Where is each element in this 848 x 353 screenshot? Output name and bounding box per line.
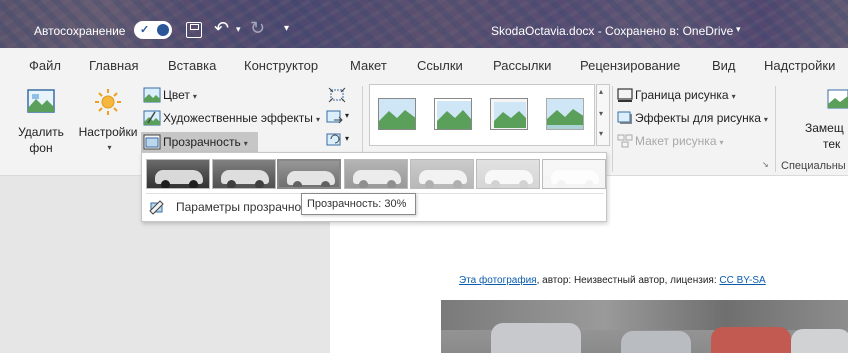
- tab-file[interactable]: Файл: [29, 58, 61, 73]
- picture-styles-gallery: [369, 84, 595, 146]
- picture-effects-label: Эффекты для рисунка: [635, 111, 761, 125]
- remove-background-label-2: фон: [29, 141, 53, 155]
- color-label: Цвет: [163, 88, 190, 102]
- alt-text-icon: [827, 89, 848, 109]
- tab-layout[interactable]: Макет: [350, 58, 387, 73]
- tab-review[interactable]: Рецензирование: [580, 58, 680, 73]
- picture-layout-label: Макет рисунка: [635, 134, 717, 148]
- picture-style-thumb[interactable]: [546, 98, 584, 130]
- tab-mailings[interactable]: Рассылки: [493, 58, 551, 73]
- chevron-down-icon[interactable]: ▾: [736, 24, 741, 35]
- more-styles-icon[interactable]: ▾: [599, 129, 603, 138]
- picture-border-icon: [617, 88, 633, 102]
- group-label-special: Специальны: [781, 160, 846, 172]
- caption-photo-link[interactable]: Эта фотография: [459, 275, 537, 286]
- tab-view[interactable]: Вид: [712, 58, 736, 73]
- transparency-preset[interactable]: [146, 159, 210, 189]
- transparency-preset[interactable]: [344, 159, 408, 189]
- picture-layout-icon: [617, 134, 633, 148]
- tab-addins[interactable]: Надстройки: [764, 58, 835, 73]
- transparency-label: Прозрачность: [163, 135, 241, 149]
- document-title[interactable]: SkodaOctavia.docx - Сохранено в: OneDriv…: [491, 24, 733, 38]
- artistic-effects-icon: [143, 110, 161, 126]
- compress-pictures-icon[interactable]: [328, 87, 346, 103]
- corrections-label: Настройки: [78, 125, 138, 139]
- picture-effects-button[interactable]: Эффекты для рисунка ▾: [635, 111, 768, 125]
- corrections-button[interactable]: Настройки ▾: [77, 88, 139, 156]
- picture-style-thumb[interactable]: [434, 98, 472, 130]
- scroll-up-icon[interactable]: ▴: [599, 87, 603, 96]
- dialog-launcher-icon[interactable]: ↘: [762, 160, 769, 169]
- title-bar: Автосохранение ✓ ↶ ▾ ↻ ▾ SkodaOctavia.do…: [0, 0, 848, 48]
- picture-layout-button[interactable]: Макет рисунка ▾: [635, 134, 724, 148]
- image-caption: Эта фотография, автор: Неизвестный автор…: [459, 275, 766, 286]
- tab-references[interactable]: Ссылки: [417, 58, 463, 73]
- transparency-options-icon: [149, 200, 164, 215]
- transparency-icon: [143, 134, 161, 150]
- change-picture-icon[interactable]: [326, 110, 344, 126]
- tab-insert[interactable]: Вставка: [168, 58, 216, 73]
- sun-icon: [95, 89, 121, 115]
- autosave-toggle[interactable]: ✓: [134, 21, 172, 39]
- transparency-preset[interactable]: [476, 159, 540, 189]
- remove-background-icon: [27, 89, 55, 113]
- picture-effects-icon: [617, 111, 632, 124]
- artistic-effects-button[interactable]: Художественные эффекты ▾: [163, 111, 320, 125]
- artistic-effects-label: Художественные эффекты: [163, 111, 313, 125]
- caption-text: , автор: Неизвестный автор, лицензия:: [536, 275, 720, 286]
- tab-design[interactable]: Конструктор: [244, 58, 318, 73]
- customize-quick-access-icon[interactable]: ▾: [284, 23, 289, 34]
- autosave-label: Автосохранение: [34, 24, 126, 38]
- picture-border-button[interactable]: Граница рисунка ▾: [635, 88, 736, 102]
- picture-style-thumb[interactable]: [490, 98, 528, 130]
- check-icon: ✓: [140, 24, 150, 36]
- chevron-down-icon: ▾: [107, 143, 112, 152]
- tab-home[interactable]: Главная: [89, 58, 138, 73]
- transparency-preset-selected[interactable]: [277, 159, 341, 189]
- transparency-preset[interactable]: [212, 159, 276, 189]
- picture-style-thumb[interactable]: [378, 98, 416, 130]
- alt-text-label-2[interactable]: тек: [823, 137, 840, 151]
- remove-background-button[interactable]: Удалить фон: [16, 88, 66, 156]
- remove-background-label-1: Удалить: [18, 125, 64, 139]
- reset-picture-icon[interactable]: [326, 133, 344, 149]
- chevron-down-icon[interactable]: ▾: [345, 134, 349, 143]
- chevron-down-icon[interactable]: ▾: [236, 24, 241, 35]
- picture-border-label: Граница рисунка: [635, 88, 729, 102]
- alt-text-label-1[interactable]: Замещ: [805, 121, 844, 135]
- transparency-options-item[interactable]: Параметры прозрачности рисунка...: [176, 200, 302, 214]
- undo-icon[interactable]: ↶: [214, 18, 229, 39]
- scroll-down-icon[interactable]: ▾: [599, 109, 603, 118]
- transparency-preset[interactable]: [542, 159, 606, 189]
- gallery-scrollbar[interactable]: ▴ ▾ ▾: [596, 84, 610, 146]
- save-icon[interactable]: [186, 22, 202, 38]
- ribbon-tabs: Файл Главная Вставка Конструктор Макет С…: [0, 48, 848, 80]
- color-button[interactable]: Цвет ▾: [163, 88, 197, 102]
- transparency-tooltip: Прозрачность: 30%: [301, 193, 416, 215]
- transparency-preset[interactable]: [410, 159, 474, 189]
- redo-icon[interactable]: ↻: [250, 18, 265, 39]
- document-photo[interactable]: [441, 300, 848, 353]
- transparency-button[interactable]: Прозрачность ▾: [141, 132, 258, 152]
- chevron-down-icon[interactable]: ▾: [345, 111, 349, 120]
- color-icon: [143, 87, 161, 103]
- caption-license-link[interactable]: CC BY-SA: [719, 275, 765, 286]
